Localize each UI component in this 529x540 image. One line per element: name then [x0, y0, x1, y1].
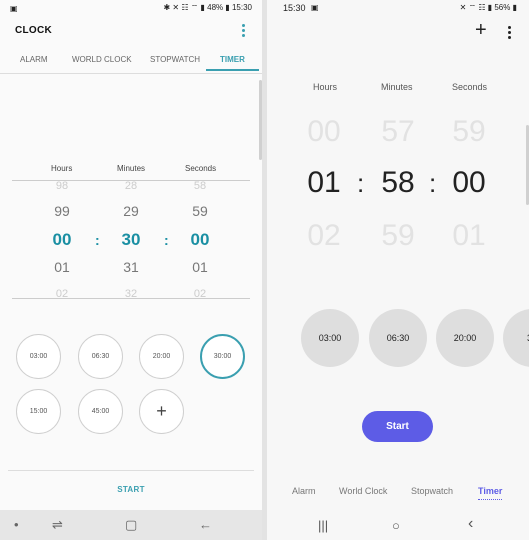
recent-apps-icon[interactable]: ||| — [318, 518, 328, 533]
tab-alarm[interactable]: ALARM — [20, 55, 48, 64]
minutes-option[interactable]: 28 — [111, 180, 151, 192]
preset-button[interactable]: 03:00 — [301, 309, 359, 367]
minutes-selected[interactable]: 58 — [368, 166, 428, 200]
add-preset-button[interactable]: + — [139, 389, 184, 434]
hours-option[interactable]: 99 — [42, 203, 82, 219]
hours-selected[interactable]: 01 — [294, 166, 354, 200]
seconds-selected[interactable]: 00 — [180, 230, 220, 250]
hours-previous[interactable]: 00 — [294, 115, 354, 149]
more-options-icon[interactable] — [240, 24, 246, 38]
minutes-option[interactable]: 29 — [111, 203, 151, 219]
minutes-option[interactable]: 31 — [111, 259, 151, 275]
preset-button[interactable]: 20:00 — [139, 334, 184, 379]
image-icon: ▣ — [311, 3, 319, 12]
hours-next[interactable]: 02 — [294, 219, 354, 253]
status-bar: ▣ ✱ ✕ ☷ ⌔ ▮ 48% ▮ 15:30 — [0, 0, 262, 16]
right-phone-screen: 15:30 ▣ ✕ ⌔ ☷ ▮ 56% ▮ + Hours Minutes Se… — [267, 0, 529, 540]
tab-stopwatch[interactable]: STOPWATCH — [150, 55, 200, 64]
seconds-label: Seconds — [185, 164, 217, 173]
minutes-label: Minutes — [117, 164, 146, 173]
start-button[interactable]: START — [0, 485, 262, 494]
tab-alarm[interactable]: Alarm — [292, 486, 316, 496]
tab-world-clock[interactable]: World Clock — [339, 486, 387, 496]
hours-option[interactable]: 98 — [42, 180, 82, 192]
seconds-option[interactable]: 59 — [180, 203, 220, 219]
seconds-option[interactable]: 01 — [180, 259, 220, 275]
navigation-bar: ||| ○ ‹ — [267, 510, 529, 540]
back-icon[interactable]: ‹ — [468, 515, 473, 533]
nav-dot-icon[interactable]: • — [14, 517, 19, 532]
tab-world-clock[interactable]: WORLD CLOCK — [72, 55, 132, 64]
preset-button[interactable]: 15:00 — [16, 389, 61, 434]
seconds-option[interactable]: 58 — [180, 180, 220, 192]
seconds-selected[interactable]: 00 — [439, 166, 499, 200]
time-separator: : — [164, 232, 169, 248]
app-bar: CLOCK — [0, 16, 262, 46]
hours-option[interactable]: 01 — [42, 259, 82, 275]
time-separator: : — [429, 168, 437, 198]
add-icon[interactable]: + — [475, 20, 487, 40]
minutes-label: Minutes — [381, 82, 413, 92]
seconds-label: Seconds — [452, 82, 488, 92]
bottom-divider — [8, 470, 254, 471]
tab-timer[interactable]: TIMER — [206, 55, 259, 71]
preset-button[interactable]: 30 — [503, 309, 529, 367]
minutes-option[interactable]: 32 — [111, 288, 151, 300]
minutes-selected[interactable]: 30 — [111, 230, 151, 250]
preset-button[interactable]: 03:00 — [16, 334, 61, 379]
left-phone-screen: ▣ ✱ ✕ ☷ ⌔ ▮ 48% ▮ 15:30 CLOCK ALARM WORL… — [0, 0, 262, 540]
tab-timer[interactable]: Timer — [478, 486, 503, 500]
hours-label: Hours — [51, 164, 73, 173]
start-button[interactable]: Start — [362, 411, 433, 442]
app-title: CLOCK — [15, 25, 53, 36]
recent-apps-icon[interactable]: ⇌ — [52, 517, 63, 533]
preset-button[interactable]: 06:30 — [369, 309, 427, 367]
tab-stopwatch[interactable]: Stopwatch — [411, 486, 453, 496]
more-options-icon[interactable] — [506, 26, 512, 40]
status-time: 15:30 — [283, 3, 306, 13]
minutes-previous[interactable]: 57 — [368, 115, 428, 149]
seconds-option[interactable]: 02 — [180, 288, 220, 300]
preset-button[interactable]: 45:00 — [78, 389, 123, 434]
tab-bar: ALARM WORLD CLOCK STOPWATCH TIMER — [0, 48, 262, 74]
hours-selected[interactable]: 00 — [42, 230, 82, 250]
time-separator: : — [357, 168, 365, 198]
preset-button-selected[interactable]: 30:00 — [200, 334, 245, 379]
hours-option[interactable]: 02 — [42, 288, 82, 300]
preset-button[interactable]: 20:00 — [436, 309, 494, 367]
seconds-next[interactable]: 01 — [439, 219, 499, 253]
status-bar: 15:30 ▣ ✕ ⌔ ☷ ▮ 56% ▮ — [267, 0, 529, 16]
screenshot-pair: ▣ ✱ ✕ ☷ ⌔ ▮ 48% ▮ 15:30 CLOCK ALARM WORL… — [0, 0, 529, 540]
minutes-next[interactable]: 59 — [368, 219, 428, 253]
seconds-previous[interactable]: 59 — [439, 115, 499, 149]
navigation-bar: • ⇌ ▢ ← — [0, 510, 262, 540]
time-separator: : — [95, 232, 100, 248]
home-icon[interactable]: ▢ — [125, 517, 137, 533]
home-icon[interactable]: ○ — [392, 518, 400, 533]
status-indicators: ✕ ⌔ ☷ ▮ 56% ▮ — [459, 3, 517, 12]
back-icon[interactable]: ← — [199, 517, 212, 532]
hours-label: Hours — [313, 82, 338, 92]
image-icon: ▣ — [10, 4, 18, 13]
status-indicators: ✱ ✕ ☷ ⌔ ▮ 48% ▮ 15:30 — [163, 3, 253, 12]
preset-button[interactable]: 06:30 — [78, 334, 123, 379]
